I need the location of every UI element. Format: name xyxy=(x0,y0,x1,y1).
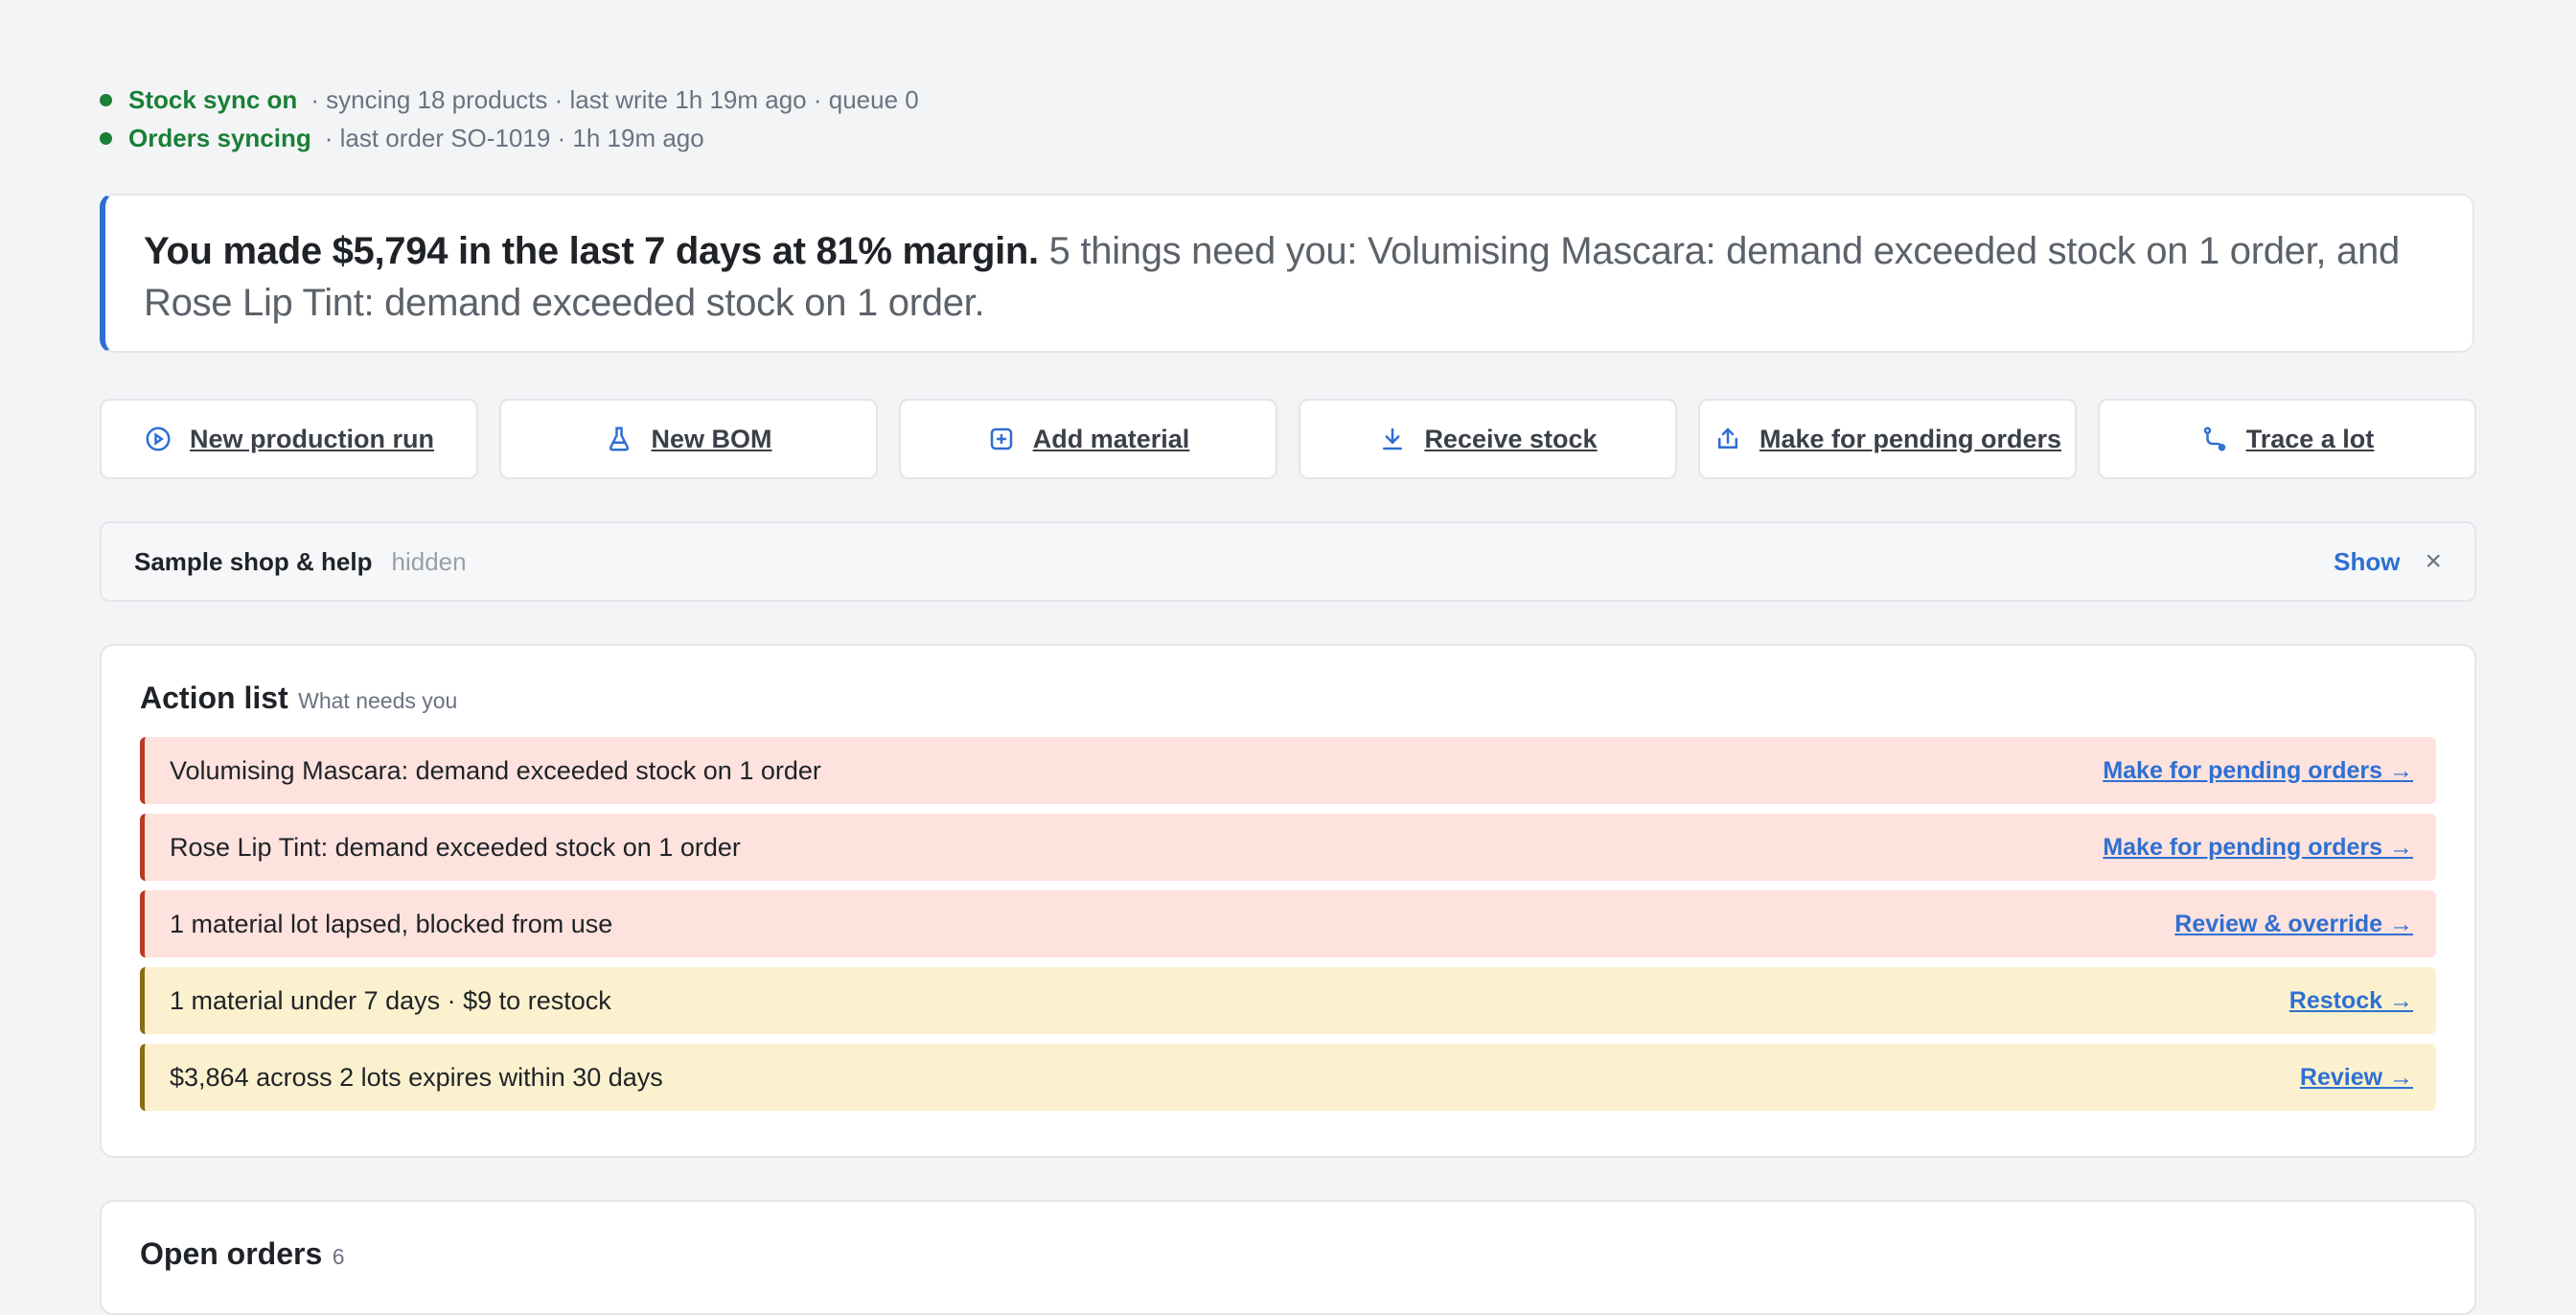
summary-banner: You made $5,794 in the last 7 days at 81… xyxy=(100,194,2474,353)
open-orders-card: Open orders 6 xyxy=(100,1200,2476,1315)
action-list-card: Action list What needs you Volumising Ma… xyxy=(100,644,2476,1158)
status-dot-icon xyxy=(100,131,112,145)
trace-a-lot-label: Trace a lot xyxy=(2245,424,2375,453)
sync-status: Stock sync on · syncing 18 products · la… xyxy=(100,81,919,157)
orders-sync-status: Orders syncing · last order SO-1019 · 1h… xyxy=(100,119,919,157)
list-item-text: Rose Lip Tint: demand exceeded stock on … xyxy=(170,832,741,862)
action-list-title: Action list xyxy=(140,681,288,715)
new-bom-label: New BOM xyxy=(651,424,772,453)
quick-actions: New production run New BOM Add material … xyxy=(100,399,2476,479)
status-dot-icon xyxy=(100,93,112,106)
make-for-pending-orders-label: Make for pending orders xyxy=(1759,424,2062,453)
close-icon[interactable]: × xyxy=(2425,545,2442,578)
list-item-link[interactable]: Make for pending orders → xyxy=(2103,757,2413,785)
download-icon xyxy=(1383,427,1403,450)
plus-square-icon xyxy=(990,427,1012,450)
help-bar-title: Sample shop & help xyxy=(134,546,373,576)
open-orders-title: Open orders xyxy=(140,1236,323,1271)
orders-sync-label: Orders syncing xyxy=(128,123,311,152)
summary-headline: You made $5,794 in the last 7 days at 81… xyxy=(144,230,1039,272)
orders-sync-meta: · last order SO-1019 · 1h 19m ago xyxy=(324,123,704,152)
list-item: 1 material lot lapsed, blocked from use … xyxy=(140,890,2436,957)
play-circle-icon xyxy=(146,427,171,451)
new-bom-button[interactable]: New BOM xyxy=(499,399,878,479)
show-help-button[interactable]: Show xyxy=(2334,547,2400,577)
action-list-subtitle: What needs you xyxy=(298,688,458,713)
list-item: $3,864 across 2 lots expires within 30 d… xyxy=(140,1044,2436,1111)
dashboard: Stock sync on · syncing 18 products · la… xyxy=(0,0,2576,1315)
share-up-icon xyxy=(1717,427,1737,449)
sample-shop-help-bar: Sample shop & help hidden Show × xyxy=(100,521,2476,602)
help-bar-state: hidden xyxy=(391,546,467,576)
new-production-run-label: New production run xyxy=(190,424,434,453)
new-production-run-button[interactable]: New production run xyxy=(100,399,478,479)
stock-sync-status: Stock sync on · syncing 18 products · la… xyxy=(100,81,919,119)
list-item-link[interactable]: Make for pending orders → xyxy=(2103,834,2413,862)
list-item-link[interactable]: Review & override → xyxy=(2174,911,2413,938)
list-item: 1 material under 7 days · $9 to restock … xyxy=(140,967,2436,1034)
list-item-link[interactable]: Review → xyxy=(2300,1064,2413,1092)
stock-sync-label: Stock sync on xyxy=(128,84,298,114)
list-item: Rose Lip Tint: demand exceeded stock on … xyxy=(140,814,2436,881)
stock-sync-meta: · syncing 18 products · last write 1h 19… xyxy=(310,84,919,114)
route-icon xyxy=(2203,427,2225,451)
list-item-text: 1 material under 7 days · $9 to restock xyxy=(170,985,611,1015)
trace-a-lot-button[interactable]: Trace a lot xyxy=(2098,399,2476,479)
add-material-label: Add material xyxy=(1032,424,1190,453)
flask-icon xyxy=(610,427,630,451)
list-item-text: Volumising Mascara: demand exceeded stoc… xyxy=(170,755,821,785)
action-list-items: Volumising Mascara: demand exceeded stoc… xyxy=(140,737,2436,1111)
list-item-text: $3,864 across 2 lots expires within 30 d… xyxy=(170,1062,663,1092)
receive-stock-button[interactable]: Receive stock xyxy=(1299,399,1677,479)
open-orders-count: 6 xyxy=(332,1244,345,1269)
list-item: Volumising Mascara: demand exceeded stoc… xyxy=(140,737,2436,804)
make-for-pending-orders-button[interactable]: Make for pending orders xyxy=(1698,399,2077,479)
add-material-button[interactable]: Add material xyxy=(899,399,1277,479)
list-item-link[interactable]: Restock → xyxy=(2289,987,2413,1015)
list-item-text: 1 material lot lapsed, blocked from use xyxy=(170,909,613,938)
receive-stock-label: Receive stock xyxy=(1424,424,1598,453)
